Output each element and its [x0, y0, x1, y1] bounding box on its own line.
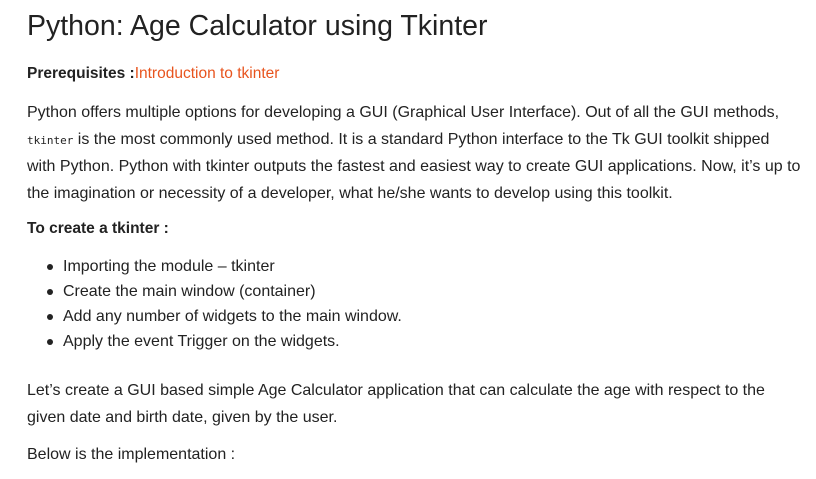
- prerequisites-label: Prerequisites :: [27, 65, 135, 82]
- intro-text-start: Python offers multiple options for devel…: [27, 104, 780, 121]
- prerequisites-link[interactable]: Introduction to tkinter: [135, 65, 280, 82]
- inline-code-tkinter: tkinter: [27, 133, 74, 147]
- list-item: Importing the module – tkinter: [27, 254, 402, 279]
- prerequisites-line: Prerequisites :Introduction to tkinter: [27, 64, 279, 84]
- list-item: Add any number of widgets to the main wi…: [27, 304, 402, 329]
- description-paragraph: Let’s create a GUI based simple Age Calc…: [27, 382, 765, 426]
- intro-paragraph: Python offers multiple options for devel…: [27, 100, 802, 208]
- article-title: Python: Age Calculator using Tkinter: [27, 10, 488, 42]
- steps-heading: To create a tkinter :: [27, 220, 169, 237]
- list-item: Create the main window (container): [27, 279, 402, 304]
- steps-list: Importing the module – tkinter Create th…: [27, 254, 402, 354]
- list-item: Apply the event Trigger on the widgets.: [27, 329, 402, 354]
- intro-text-end: is the most commonly used method. It is …: [27, 130, 801, 203]
- implementation-note: Below is the implementation :: [27, 446, 236, 463]
